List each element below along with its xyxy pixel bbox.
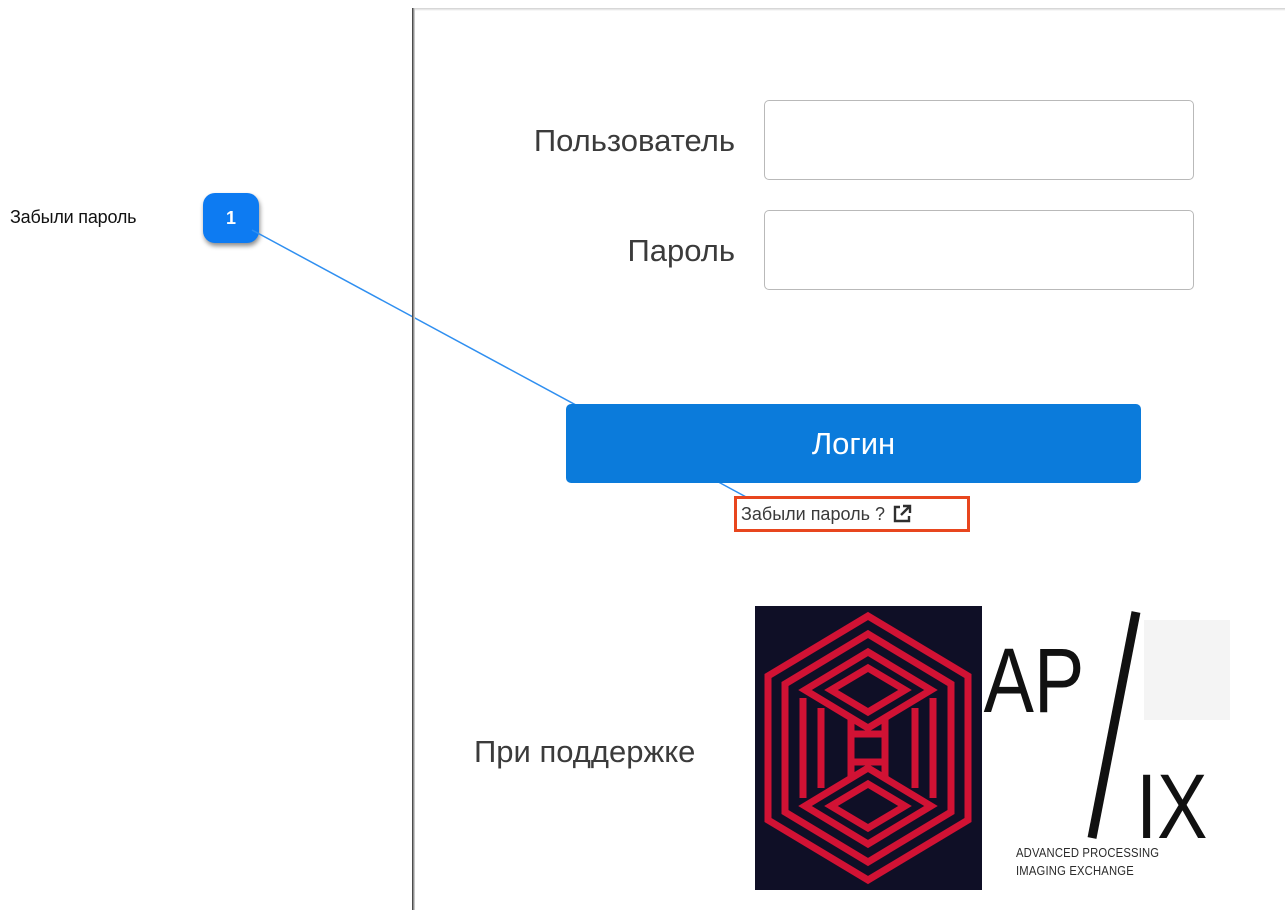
panel-top-border [415, 8, 1285, 11]
svg-text:AP: AP [984, 629, 1085, 732]
username-label: Пользователь [533, 123, 735, 158]
logo-caption-line1: ADVANCED PROCESSING [1016, 846, 1160, 860]
annotation-badge: 1 [203, 193, 259, 243]
login-button[interactable]: Логин [566, 404, 1141, 483]
svg-text:IX: IX [1136, 755, 1207, 858]
logo-caption-line2: IMAGING EXCHANGE [1016, 864, 1134, 878]
external-link-icon [893, 504, 912, 523]
apix-wordmark-logo: AP IX [982, 606, 1234, 906]
support-label: При поддержке [474, 734, 696, 769]
password-label: Пароль [627, 233, 735, 268]
username-input[interactable] [764, 100, 1194, 180]
forgot-password-text: Забыли пароль ? [741, 503, 885, 524]
forgot-password-link[interactable]: Забыли пароль ? [734, 496, 970, 532]
impossible-cube-logo [755, 606, 982, 890]
password-input[interactable] [764, 210, 1194, 290]
annotation-label: Забыли пароль [10, 207, 137, 227]
